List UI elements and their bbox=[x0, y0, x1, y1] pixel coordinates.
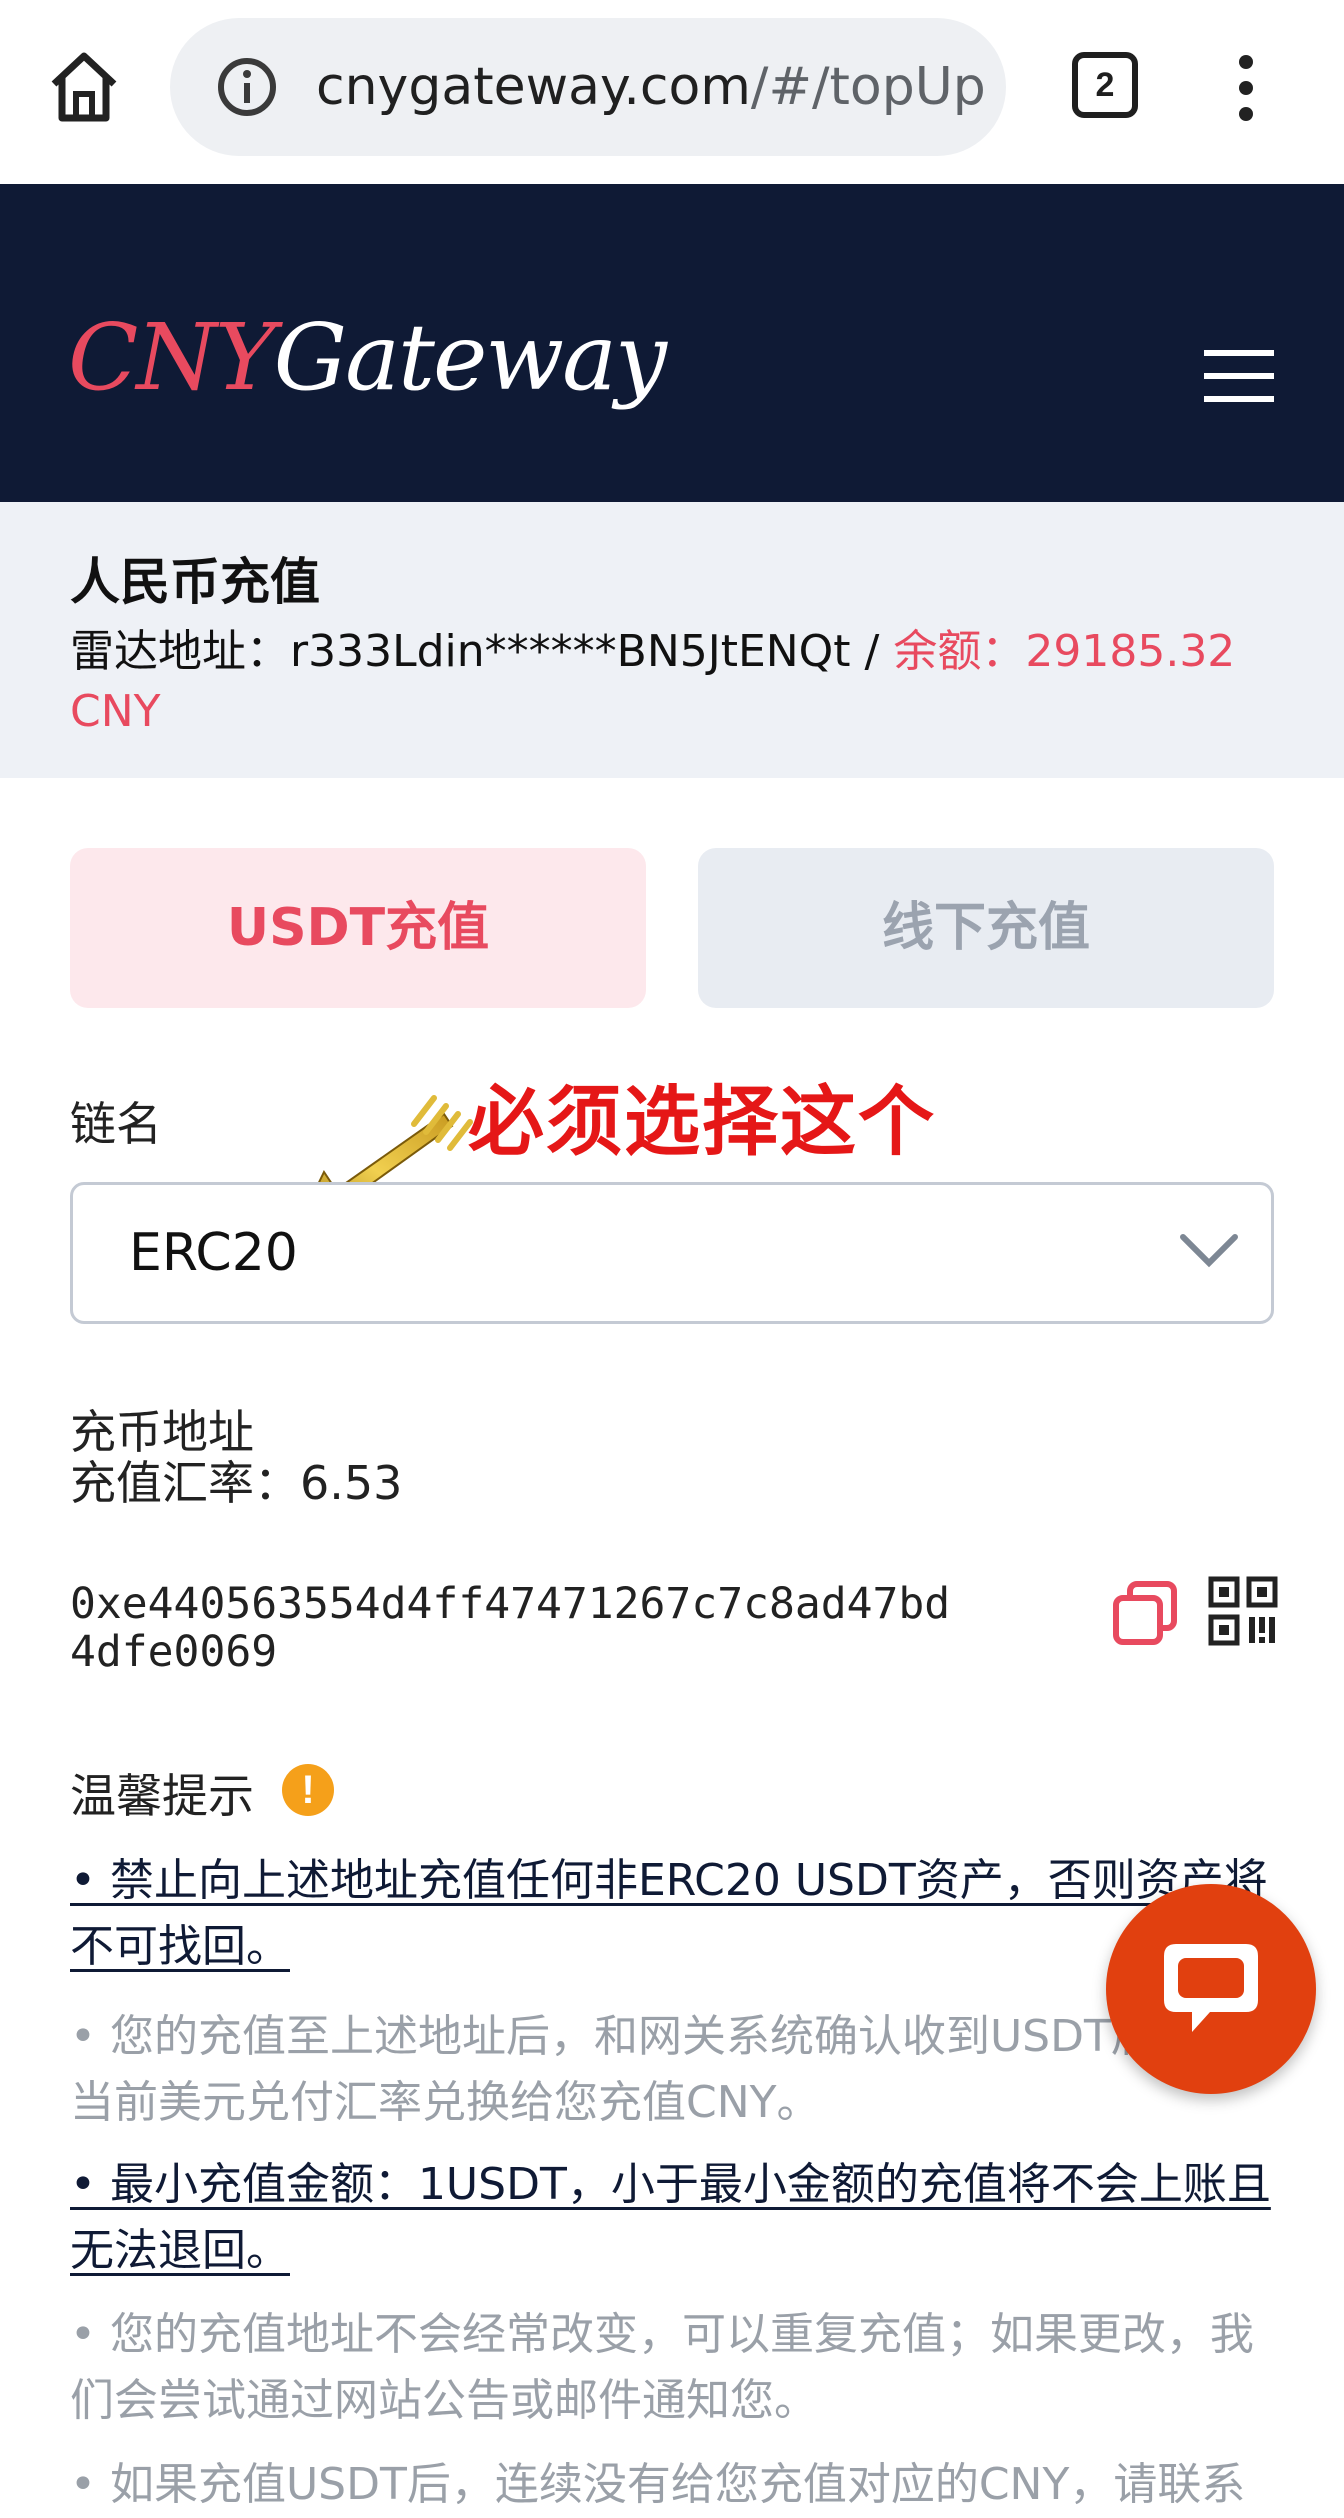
chain-select[interactable]: ERC20 bbox=[70, 1182, 1274, 1324]
chevron-down-icon[interactable] bbox=[1177, 1225, 1241, 1275]
qr-code-icon[interactable] bbox=[1208, 1576, 1278, 1646]
deposit-address[interactable]: 0xe440563554d4ff47471267c7c8ad47bd4dfe00… bbox=[70, 1580, 970, 1676]
browser-toolbar: cnygateway.com/#/topUp 2 bbox=[0, 0, 1344, 184]
page-title: 人民币充值 bbox=[70, 553, 320, 611]
page-summary: 人民币充值 雷达地址：r333Ldin******BN5JtENQt / 余额：… bbox=[0, 502, 1344, 778]
account-info: 雷达地址：r333Ldin******BN5JtENQt / 余额：29185.… bbox=[70, 622, 1240, 742]
tips-title: 温馨提示 bbox=[70, 1769, 254, 1823]
hamburger-icon[interactable] bbox=[1204, 348, 1274, 404]
site-logo[interactable]: CNYGateway bbox=[68, 308, 667, 408]
tip-item: • 最小充值金额：1USDT，小于最小金额的充值将不会上账且无法退回。 bbox=[70, 2152, 1280, 2284]
url-path: /#/topUp bbox=[750, 57, 986, 117]
deposit-address-label: 充币地址 bbox=[70, 1405, 254, 1459]
tabs-button[interactable]: 2 bbox=[1072, 52, 1138, 118]
tip-text: • 禁止向上述地址充值任何非ERC20 USDT资产，否则资产将不可找回。 bbox=[70, 1855, 1268, 1972]
tip-text: • 最小充值金额：1USDT，小于最小金额的充值将不会上账且无法退回。 bbox=[70, 2159, 1271, 2276]
copy-icon[interactable] bbox=[1110, 1578, 1180, 1648]
exchange-rate: 充值汇率：6.53 bbox=[70, 1458, 402, 1508]
home-icon[interactable] bbox=[44, 46, 124, 126]
site-header: CNYGateway bbox=[0, 184, 1344, 502]
tip-item: • 您的充值至上述地址后，和网关系统确认收到USDT后按照当前美元兑付汇率兑换给… bbox=[70, 2011, 1243, 2128]
more-icon[interactable] bbox=[1226, 52, 1266, 124]
info-icon[interactable] bbox=[216, 56, 278, 118]
chat-button[interactable] bbox=[1106, 1884, 1316, 2094]
chain-label: 链名 bbox=[70, 1097, 162, 1151]
chain-selected-value: ERC20 bbox=[129, 1223, 298, 1283]
chat-icon bbox=[1164, 1944, 1258, 2032]
balance-label: 余额： bbox=[893, 626, 1026, 677]
tab-usdt-deposit[interactable]: USDT充值 bbox=[70, 848, 646, 1008]
address-value: r333Ldin******BN5JtENQt bbox=[290, 626, 851, 677]
tip-item: • 您的充值地址不会经常改变，可以重复充值；如果更改，我们会尝试通过网站公告或邮… bbox=[70, 2309, 1254, 2426]
logo-part-gateway: Gateway bbox=[273, 304, 667, 411]
rate-value: 6.53 bbox=[300, 1456, 403, 1510]
tab-offline-deposit[interactable]: 线下充值 bbox=[698, 848, 1274, 1008]
url-host: cnygateway.com bbox=[316, 57, 751, 117]
url-text[interactable]: cnygateway.com/#/topUp bbox=[316, 18, 986, 156]
annotation-text: 必须选择这个 bbox=[468, 1077, 936, 1166]
address-label: 雷达地址： bbox=[70, 626, 290, 677]
logo-part-cny: CNY bbox=[68, 304, 276, 411]
rate-label: 充值汇率： bbox=[70, 1456, 300, 1510]
separator: / bbox=[850, 626, 894, 677]
tip-item: • 如果充值USDT后，连续没有给您充值对应的CNY，请联系 bbox=[70, 2459, 1246, 2510]
tip-item: • 禁止向上述地址充值任何非ERC20 USDT资产，否则资产将不可找回。 bbox=[70, 1848, 1280, 1980]
warning-icon: ! bbox=[282, 1764, 334, 1816]
address-bar[interactable]: cnygateway.com/#/topUp bbox=[170, 18, 1006, 156]
